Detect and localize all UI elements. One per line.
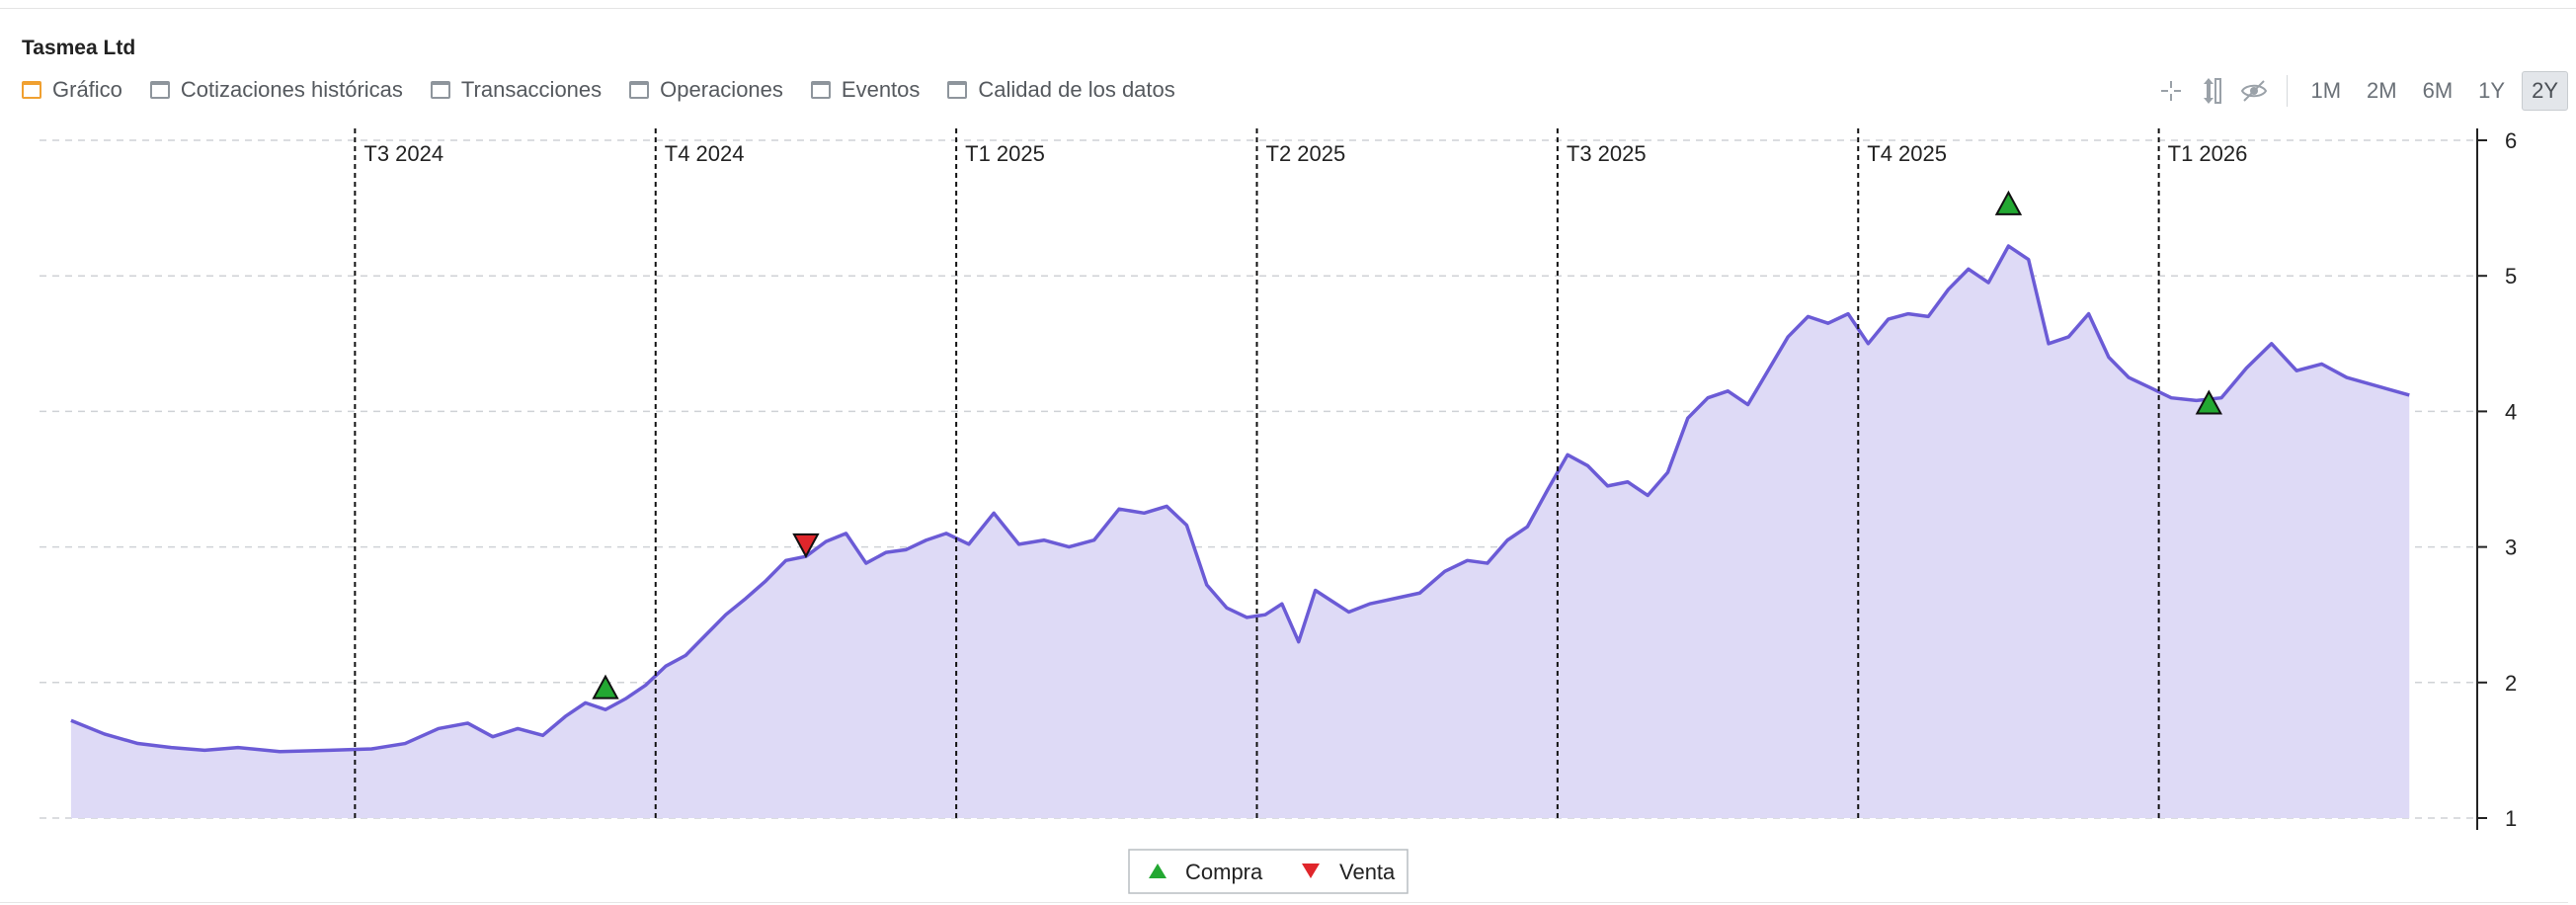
y-tick-label: 4 [2505,399,2517,424]
tab-label: Eventos [841,77,921,102]
buy-marker [592,674,619,699]
tab-label: Calidad de los datos [978,77,1175,102]
tab-operations[interactable]: Operaciones [629,77,783,103]
top-table-strip [0,0,2576,9]
toolbar-separator [2287,75,2289,107]
tab-data-quality[interactable]: Calidad de los datos [947,77,1175,103]
y-tick-label: 3 [2505,535,2517,560]
legend-label-buy: Compra [1185,860,1263,884]
range-2m-button[interactable]: 2M [2358,72,2406,110]
crosshair-icon[interactable] [2156,76,2186,106]
quarter-label: T2 2025 [1266,141,1346,166]
hide-icon[interactable] [2239,76,2269,106]
window-icon [810,81,831,99]
range-2y-button[interactable]: 2Y [2522,71,2568,111]
company-title: Tasmea Ltd [22,37,136,59]
tab-label: Cotizaciones históricas [180,77,403,102]
window-icon [947,81,968,99]
tab-chart[interactable]: Gráfico [22,77,122,103]
y-tick-label: 6 [2505,128,2517,153]
window-icon [629,81,650,99]
legend-label-sell: Venta [1339,860,1396,884]
quarter-label: T1 2026 [2168,141,2248,166]
tab-bar: Gráfico Cotizaciones históricas Transacc… [22,77,1203,103]
vertical-scale-icon[interactable] [2198,76,2227,106]
range-1y-button[interactable]: 1Y [2469,72,2514,110]
quarter-label: T4 2024 [665,141,745,166]
chart-tab-icon [22,81,41,99]
buy-marker [1994,190,2023,215]
price-chart[interactable]: 1 2 3 4 5 6 T3 2024 T4 2024 T1 2025 T2 2025 T3 202… [0,119,2576,905]
tab-historical-quotes[interactable]: Cotizaciones históricas [149,77,403,103]
range-1m-button[interactable]: 1M [2301,72,2350,110]
price-area [70,246,2410,819]
quarter-label: T3 2024 [363,141,443,166]
tab-label: Operaciones [660,77,783,102]
bottom-divider [0,902,2568,903]
range-6m-button[interactable]: 6M [2414,72,2462,110]
quarter-label: T3 2025 [1567,141,1647,166]
quarter-label: T1 2025 [965,141,1045,166]
quarter-label: T4 2025 [1867,141,1947,166]
tab-label: Gráfico [52,77,122,102]
y-tick-label: 5 [2505,264,2517,288]
tab-events[interactable]: Eventos [810,77,921,103]
chart-toolbar: 1M 2M 6M 1Y 2Y [2156,71,2576,111]
tab-label: Transacciones [460,77,603,102]
tab-transactions[interactable]: Transacciones [430,77,603,103]
window-icon [149,81,170,99]
window-icon [430,81,450,99]
y-tick-label: 1 [2505,806,2517,831]
y-tick-label: 2 [2505,671,2517,696]
